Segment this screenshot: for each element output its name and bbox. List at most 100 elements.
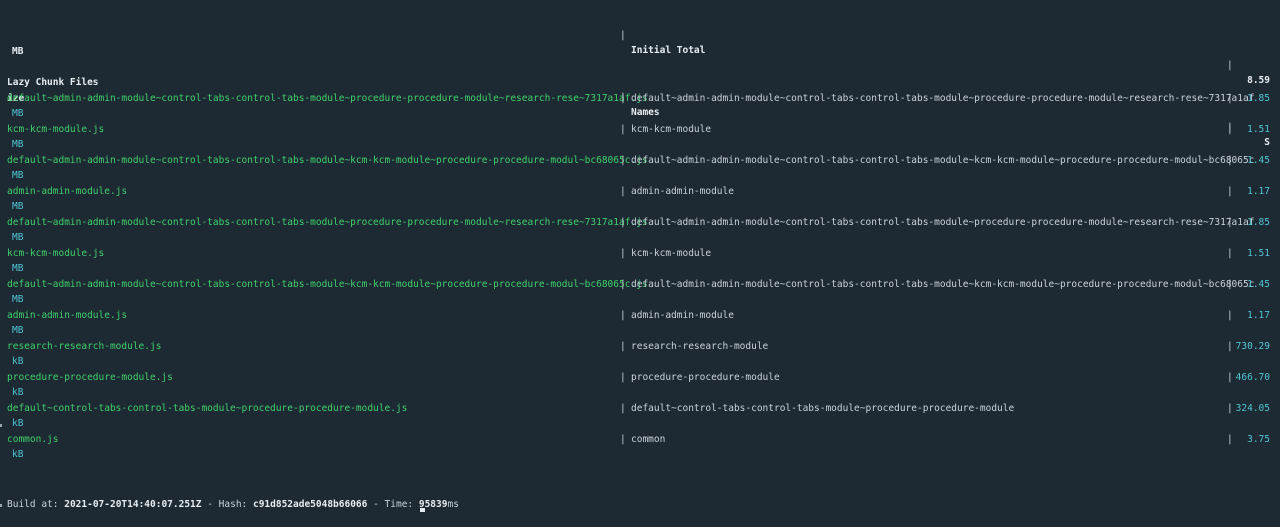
lazy-header-row: Lazy Chunk Files | Names | S xyxy=(0,60,1280,148)
chunk-size-unit: kB xyxy=(12,418,24,429)
chunk-name: kcm-kcm-module xyxy=(631,248,712,259)
build-at-value: 2021-07-20T14:40:07.251Z xyxy=(64,499,202,510)
chunk-file: default~control-tabs-control-tabs-module… xyxy=(7,403,408,414)
column-separator: | xyxy=(620,93,626,104)
chunk-name: admin-admin-module xyxy=(631,310,734,321)
chunk-file: common.js xyxy=(7,434,59,445)
chunk-file: kcm-kcm-module.js xyxy=(7,248,105,259)
initial-total-unit-row: MB xyxy=(0,29,1280,57)
terminal-output: | Initial Total | 8.59 MB Lazy Chunk Fil… xyxy=(0,0,1280,512)
table-row: default~admin-admin-module~control-tabs-… xyxy=(0,215,1280,230)
chunk-size-unit: MB xyxy=(12,170,24,181)
column-separator: | xyxy=(620,248,626,259)
table-row: default~admin-admin-module~control-tabs-… xyxy=(0,277,1280,292)
table-row-unit: MB xyxy=(0,261,1280,276)
initial-total-unit: MB xyxy=(12,46,24,57)
chunk-size-unit: MB xyxy=(12,325,24,336)
table-row: common.js | common | 3.75 xyxy=(0,432,1280,447)
scroll-edge-mark xyxy=(0,424,2,427)
initial-total-label: Initial Total xyxy=(631,45,706,56)
column-separator: | xyxy=(620,310,626,321)
table-row-unit: kB xyxy=(0,416,1280,431)
chunk-file: admin-admin-module.js xyxy=(7,186,128,197)
chunk-file: default~admin-admin-module~control-tabs-… xyxy=(7,217,648,228)
table-row-unit: kB xyxy=(0,447,1280,462)
chunk-name: default~admin-admin-module~control-tabs-… xyxy=(631,93,1255,104)
chunk-name: default~admin-admin-module~control-tabs-… xyxy=(631,155,1255,166)
column-separator: | xyxy=(620,372,626,383)
column-separator: | xyxy=(1227,186,1233,197)
table-row-unit: MB xyxy=(0,168,1280,183)
table-row-unit: kB xyxy=(0,354,1280,369)
chunk-size-unit: kB xyxy=(12,449,24,460)
column-separator: | xyxy=(620,341,626,352)
build-at-label: Build at: xyxy=(7,499,59,510)
chunk-file: admin-admin-module.js xyxy=(7,310,128,321)
build-info-row: Build at: 2021-07-20T14:40:07.251Z - Has… xyxy=(0,482,1280,510)
column-separator: | xyxy=(620,434,626,445)
chunk-name: kcm-kcm-module xyxy=(631,124,712,135)
table-row-unit: MB xyxy=(0,137,1280,152)
column-separator: | xyxy=(1227,93,1233,104)
chunk-size-unit: MB xyxy=(12,201,24,212)
scroll-edge-mark xyxy=(0,504,2,507)
table-row-unit: MB xyxy=(0,230,1280,245)
chunk-name: admin-admin-module xyxy=(631,186,734,197)
time-label: - Time: xyxy=(367,499,419,510)
build-info: Build at: 2021-07-20T14:40:07.251Z - Has… xyxy=(7,497,459,512)
chunk-name: procedure-procedure-module xyxy=(631,372,780,383)
chunk-size: 1.85 xyxy=(1247,217,1270,228)
table-row: default~admin-admin-module~control-tabs-… xyxy=(0,153,1280,168)
table-row-unit: kB xyxy=(0,385,1280,400)
table-row-unit: MB xyxy=(0,199,1280,214)
chunk-name: default~control-tabs-control-tabs-module… xyxy=(631,403,1015,414)
chunk-size: 1.17 xyxy=(1247,310,1270,321)
table-row-unit: MB xyxy=(0,106,1280,121)
chunk-name: default~admin-admin-module~control-tabs-… xyxy=(631,217,1255,228)
column-separator: | xyxy=(1227,279,1233,290)
chunk-file: research-research-module.js xyxy=(7,341,162,352)
chunk-name: research-research-module xyxy=(631,341,769,352)
table-row: default~admin-admin-module~control-tabs-… xyxy=(0,91,1280,106)
column-separator: | xyxy=(1227,217,1233,228)
lazy-header-wrap-row: ize xyxy=(0,76,1280,104)
column-separator: | xyxy=(1227,341,1233,352)
chunk-size: 1.45 xyxy=(1247,279,1270,290)
column-separator: | xyxy=(1227,434,1233,445)
table-row: admin-admin-module.js | admin-admin-module… xyxy=(0,308,1280,323)
chunk-size-unit: kB xyxy=(12,387,24,398)
column-separator: | xyxy=(1227,372,1233,383)
chunk-name: default~admin-admin-module~control-tabs-… xyxy=(631,279,1255,290)
chunk-size-unit: MB xyxy=(12,232,24,243)
chunk-size: 1.17 xyxy=(1247,186,1270,197)
chunk-file: default~admin-admin-module~control-tabs-… xyxy=(7,93,648,104)
chunk-size-unit: MB xyxy=(12,294,24,305)
chunk-file: procedure-procedure-module.js xyxy=(7,372,173,383)
column-separator: | xyxy=(620,186,626,197)
hash-value: c91d852ade5048b66066 xyxy=(252,499,368,510)
chunk-size: 324.05 xyxy=(1235,403,1270,414)
chunk-size: 730.29 xyxy=(1235,341,1270,352)
column-separator: | xyxy=(620,403,626,414)
table-row: kcm-kcm-module.js | kcm-kcm-module | 1.51 xyxy=(0,246,1280,261)
terminal-cursor xyxy=(420,508,425,512)
chunk-size: 1.85 xyxy=(1247,93,1270,104)
column-separator: | xyxy=(1227,248,1233,259)
chunk-size: 466.70 xyxy=(1235,372,1270,383)
chunk-file: default~admin-admin-module~control-tabs-… xyxy=(7,279,648,290)
chunk-size-unit: MB xyxy=(12,263,24,274)
table-row: procedure-procedure-module.js | procedure-… xyxy=(0,370,1280,385)
table-row: research-research-module.js | research-res… xyxy=(0,339,1280,354)
table-row-unit: MB xyxy=(0,292,1280,307)
column-separator: | xyxy=(1227,403,1233,414)
chunk-size: 1.51 xyxy=(1247,124,1270,135)
chunk-size: 1.45 xyxy=(1247,155,1270,166)
chunk-file: kcm-kcm-module.js xyxy=(7,124,105,135)
column-separator: | xyxy=(620,155,626,166)
table-row: default~control-tabs-control-tabs-module… xyxy=(0,401,1280,416)
table-row: kcm-kcm-module.js | kcm-kcm-module | 1.51 xyxy=(0,122,1280,137)
chunk-file: default~admin-admin-module~control-tabs-… xyxy=(7,155,648,166)
column-separator: | xyxy=(620,124,626,135)
chunk-size: 3.75 xyxy=(1247,434,1270,445)
chunk-size-unit: MB xyxy=(12,108,24,119)
